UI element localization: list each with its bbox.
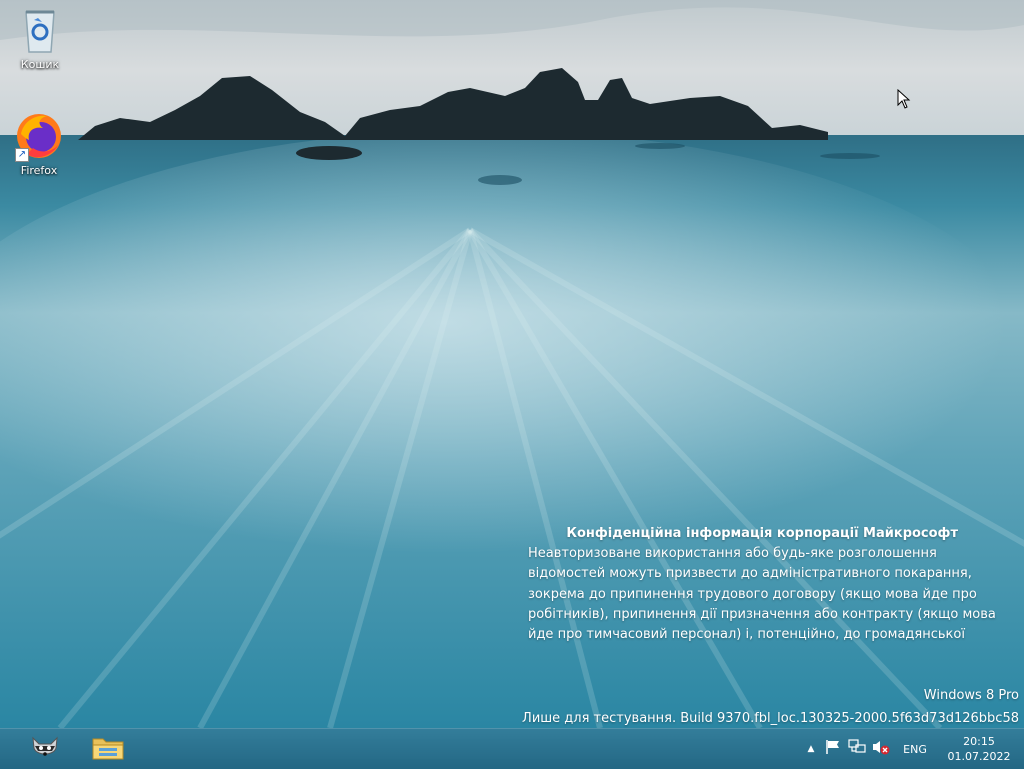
chevron-up-icon: ▲	[807, 744, 815, 754]
raccoon-app-icon	[30, 734, 60, 764]
shortcut-arrow-icon: ↗	[15, 148, 29, 162]
desktop-icon-label: Firefox	[20, 164, 58, 177]
file-explorer-icon	[91, 733, 125, 765]
watermark-title: Конфіденційна інформація корпорації Майк…	[566, 526, 958, 541]
confidential-watermark: Конфіденційна інформація корпорації Майк…	[528, 524, 1018, 645]
build-watermark: Windows 8 Pro Лише для тестування. Build…	[522, 684, 1019, 728]
watermark-line: відомостей можуть призвести до адміністр…	[528, 566, 972, 582]
clock[interactable]: 20:15 01.07.2022	[942, 729, 1016, 769]
build-label: Лише для тестування. Build 9370.fbl_loc.…	[522, 711, 1019, 726]
clock-date: 01.07.2022	[947, 750, 1011, 763]
recycle-bin-icon	[2, 6, 78, 57]
watermark-line: Неавторизоване використання або будь-яке…	[528, 546, 937, 562]
clock-time: 20:15	[963, 735, 995, 748]
firefox-icon	[1, 112, 77, 163]
volume-button[interactable]	[871, 729, 891, 769]
language-indicator[interactable]: ENG	[898, 729, 932, 769]
show-hidden-icons-button[interactable]: ▲	[803, 729, 819, 769]
watermark-line: йде про тимчасовий персонал) і, потенцій…	[528, 627, 965, 643]
desktop-icon-recycle-bin[interactable]: Кошик	[2, 6, 78, 71]
flag-icon	[825, 739, 841, 759]
desktop[interactable]: Кошик ↗ Firefox Конфіденційна інформація…	[0, 0, 1024, 728]
desktop-icon-firefox[interactable]: ↗ Firefox	[1, 112, 77, 177]
watermark-line: робітників), припинення дії призначення …	[528, 606, 996, 622]
volume-muted-icon	[872, 739, 890, 759]
taskbar-app-file-explorer[interactable]	[78, 729, 138, 769]
action-center-button[interactable]	[823, 729, 843, 769]
desktop-icon-label: Кошик	[20, 58, 60, 71]
edition-label: Windows 8 Pro	[923, 688, 1019, 703]
watermark-line: зокрема до припинення трудового договору…	[528, 586, 977, 602]
taskbar-app-raccoon[interactable]	[15, 729, 75, 769]
network-button[interactable]	[847, 729, 867, 769]
taskbar: ▲ ENG 20:15 01.07.2022	[0, 728, 1024, 769]
network-icon	[848, 739, 866, 759]
language-label: ENG	[903, 742, 927, 756]
mouse-cursor-icon	[897, 88, 911, 113]
